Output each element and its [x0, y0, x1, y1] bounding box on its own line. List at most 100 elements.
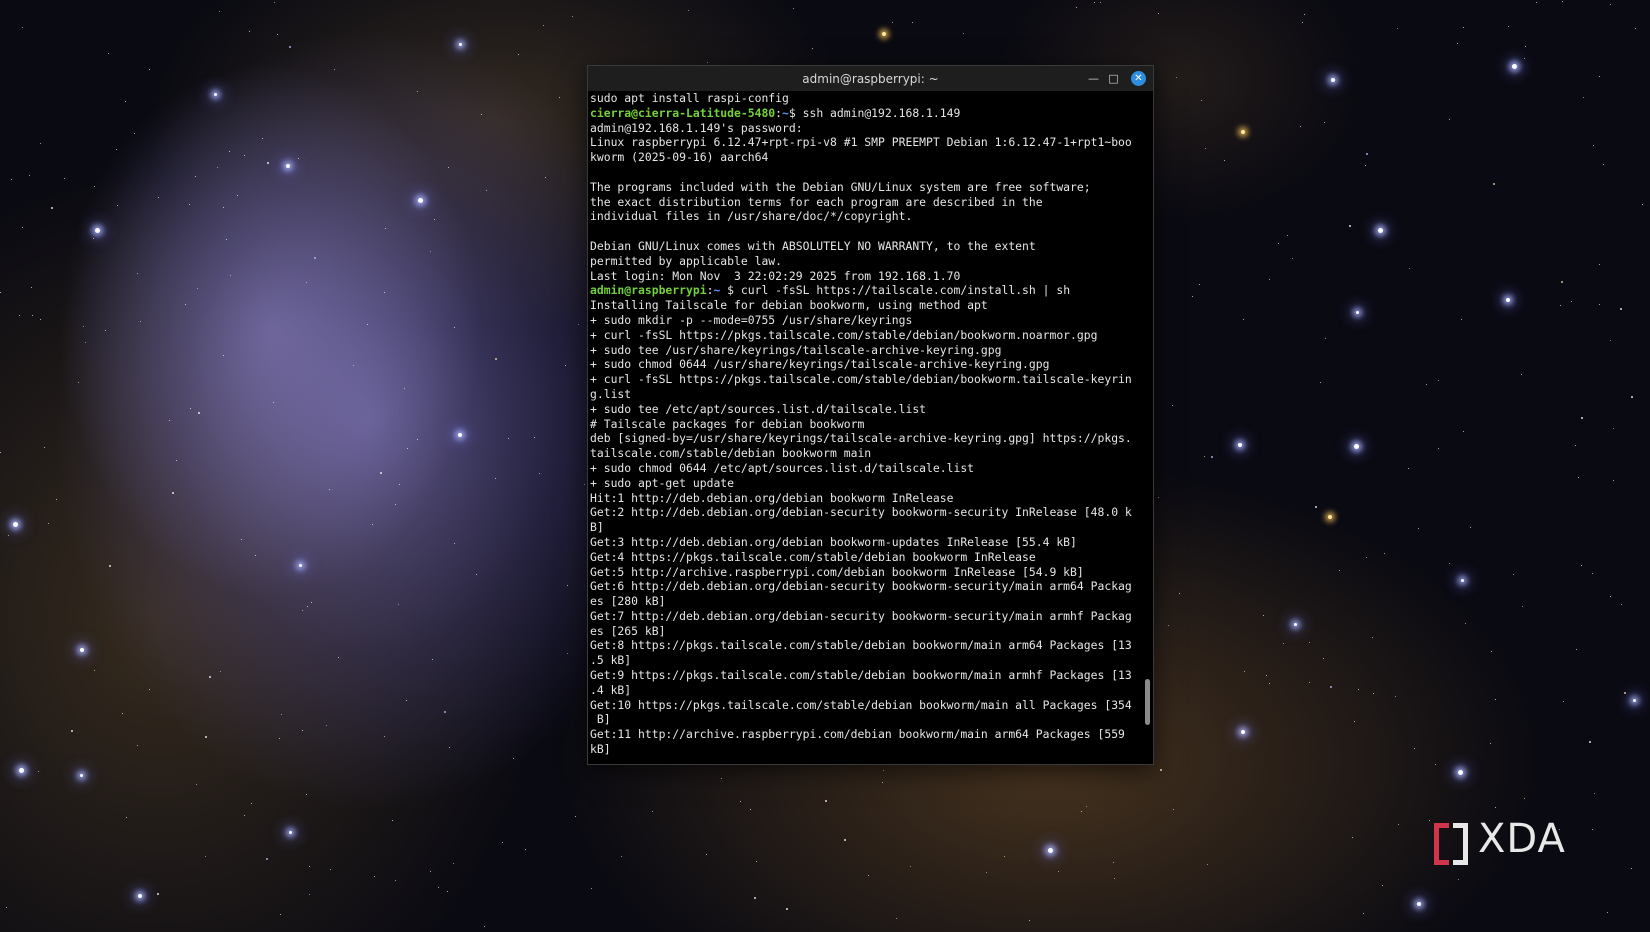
- terminal-line: g.list: [590, 387, 1141, 402]
- star: [1100, 2, 1101, 3]
- star: [93, 238, 94, 239]
- star: [11, 179, 12, 180]
- terminal-text: kB]: [590, 742, 611, 757]
- star: [1409, 268, 1410, 269]
- star: [1408, 468, 1409, 469]
- star: [367, 324, 368, 325]
- star: [454, 543, 455, 544]
- scrollbar[interactable]: [1145, 91, 1151, 764]
- star: [1621, 604, 1622, 605]
- terminal-text: Get:10 https://pkgs.tailscale.com/stable…: [590, 697, 1132, 712]
- star: [94, 227, 100, 233]
- star: [1114, 878, 1115, 879]
- scrollbar-thumb[interactable]: [1145, 679, 1150, 725]
- star: [1563, 701, 1564, 702]
- star: [372, 524, 373, 525]
- star: [1435, 764, 1436, 765]
- star: [230, 275, 231, 276]
- star: [578, 324, 579, 325]
- star: [384, 736, 385, 737]
- star: [1593, 145, 1594, 146]
- terminal-text: B]: [590, 520, 604, 535]
- terminal-text: individual files in /usr/share/doc/*/cop…: [590, 209, 913, 224]
- terminal-window[interactable]: admin@raspberrypi: ~ — □ ✕ sudo apt inst…: [587, 65, 1154, 765]
- terminal-output[interactable]: sudo apt install raspi-config cierra@cier…: [588, 91, 1141, 764]
- star: [1491, 651, 1492, 652]
- star: [1525, 46, 1526, 47]
- star: [417, 197, 423, 203]
- terminal-line: the exact distribution terms for each pr…: [590, 195, 1141, 210]
- star: [1457, 43, 1458, 44]
- close-icon[interactable]: ✕: [1131, 71, 1146, 86]
- star: [1583, 97, 1584, 98]
- minimize-icon[interactable]: —: [1086, 71, 1101, 86]
- star: [8, 535, 9, 536]
- terminal-line: es [265 kB]: [590, 624, 1141, 639]
- terminal-line: .5 kB]: [590, 653, 1141, 668]
- star: [1460, 578, 1464, 582]
- star: [565, 365, 566, 366]
- star: [1449, 119, 1450, 120]
- xda-watermark: XDA: [1434, 816, 1566, 865]
- prompt-path: ~: [782, 105, 789, 120]
- star: [1081, 811, 1082, 812]
- window-titlebar[interactable]: admin@raspberrypi: ~ — □ ✕: [588, 66, 1153, 91]
- star: [40, 143, 41, 144]
- star: [244, 815, 245, 816]
- star: [534, 437, 535, 438]
- star: [108, 53, 109, 54]
- star: [1594, 793, 1595, 794]
- star: [567, 653, 568, 654]
- terminal-line: Get:11 http://archive.raspberrypi.com/de…: [590, 727, 1141, 742]
- star: [122, 713, 123, 714]
- star: [198, 412, 200, 414]
- star: [481, 114, 482, 115]
- star: [1160, 769, 1162, 771]
- terminal-line: + curl -fsSL https://pkgs.tailscale.com/…: [590, 328, 1141, 343]
- star: [149, 689, 150, 690]
- terminal-line: permitted by applicable law.: [590, 254, 1141, 269]
- star: [1624, 692, 1626, 694]
- star: [44, 447, 45, 448]
- star: [1599, 76, 1600, 77]
- star: [249, 31, 250, 32]
- star: [892, 22, 893, 23]
- star: [484, 926, 485, 927]
- star: [1241, 130, 1245, 134]
- star: [453, 863, 454, 864]
- maximize-icon[interactable]: □: [1106, 71, 1121, 86]
- terminal-line: admin@raspberrypi:~ $ curl -fsSL https:/…: [590, 283, 1141, 298]
- star: [910, 866, 911, 867]
- star: [134, 133, 135, 134]
- star: [1300, 126, 1301, 127]
- star: [1470, 527, 1471, 528]
- terminal-line: Get:3 http://deb.debian.org/debian bookw…: [590, 535, 1141, 550]
- star: [6, 907, 7, 908]
- terminal-text: .5 kB]: [590, 653, 632, 668]
- star: [71, 730, 73, 732]
- star: [19, 315, 20, 316]
- star: [32, 315, 33, 316]
- star: [31, 287, 32, 288]
- star: [116, 149, 117, 150]
- star: [1613, 428, 1614, 429]
- star: [539, 473, 540, 474]
- star: [22, 227, 23, 228]
- star: [392, 820, 393, 821]
- terminal-line: .4 kB]: [590, 683, 1141, 698]
- star: [1330, 686, 1332, 688]
- star: [786, 908, 788, 910]
- star: [1266, 675, 1267, 676]
- terminal-line: # Tailscale packages for debian bookworm: [590, 417, 1141, 432]
- star: [518, 54, 519, 55]
- terminal-line: + sudo tee /etc/apt/sources.list.d/tails…: [590, 402, 1141, 417]
- star: [448, 167, 449, 168]
- star: [334, 69, 335, 70]
- star: [38, 771, 39, 772]
- star: [298, 563, 302, 567]
- star: [1438, 448, 1439, 449]
- star: [1589, 741, 1591, 743]
- star: [209, 676, 211, 678]
- star: [1511, 63, 1517, 69]
